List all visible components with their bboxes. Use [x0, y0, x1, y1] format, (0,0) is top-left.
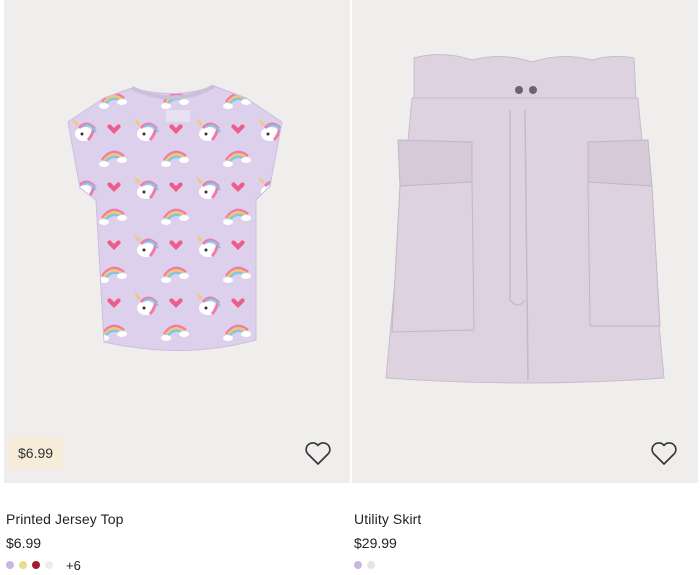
- product-grid: $6.99 Printed Jersey Top $6.99 +6 Utilit…: [0, 0, 700, 575]
- heart-outline-icon: [651, 442, 677, 465]
- color-swatches: +6: [6, 558, 81, 573]
- color-swatch-light-purple[interactable]: [354, 561, 362, 569]
- product-title[interactable]: Printed Jersey Top: [6, 511, 124, 527]
- heart-outline-icon: [305, 442, 331, 465]
- product-image-utility-skirt[interactable]: [352, 0, 698, 483]
- product-price: $6.99: [6, 535, 42, 551]
- price-tag: $6.99: [8, 437, 64, 469]
- favorite-heart-icon[interactable]: [648, 437, 680, 469]
- more-colors-count[interactable]: +6: [66, 558, 81, 573]
- color-swatches: [354, 559, 380, 571]
- skirt-image: [352, 0, 698, 483]
- product-title[interactable]: Utility Skirt: [354, 511, 421, 527]
- color-swatch-light-beige[interactable]: [367, 561, 375, 569]
- product-card-printed-jersey-top[interactable]: $6.99 Printed Jersey Top $6.99 +6: [4, 0, 350, 575]
- favorite-heart-icon[interactable]: [302, 437, 334, 469]
- color-swatch-light-purple[interactable]: [6, 561, 14, 569]
- product-image-printed-jersey-top[interactable]: $6.99: [4, 0, 350, 483]
- color-swatch-dark-red[interactable]: [32, 561, 40, 569]
- product-card-utility-skirt[interactable]: Utility Skirt $29.99: [352, 0, 698, 575]
- color-swatch-light-yellow[interactable]: [19, 561, 27, 569]
- product-price: $29.99: [354, 535, 397, 551]
- tshirt-image: [4, 0, 350, 483]
- color-swatch-white[interactable]: [45, 561, 53, 569]
